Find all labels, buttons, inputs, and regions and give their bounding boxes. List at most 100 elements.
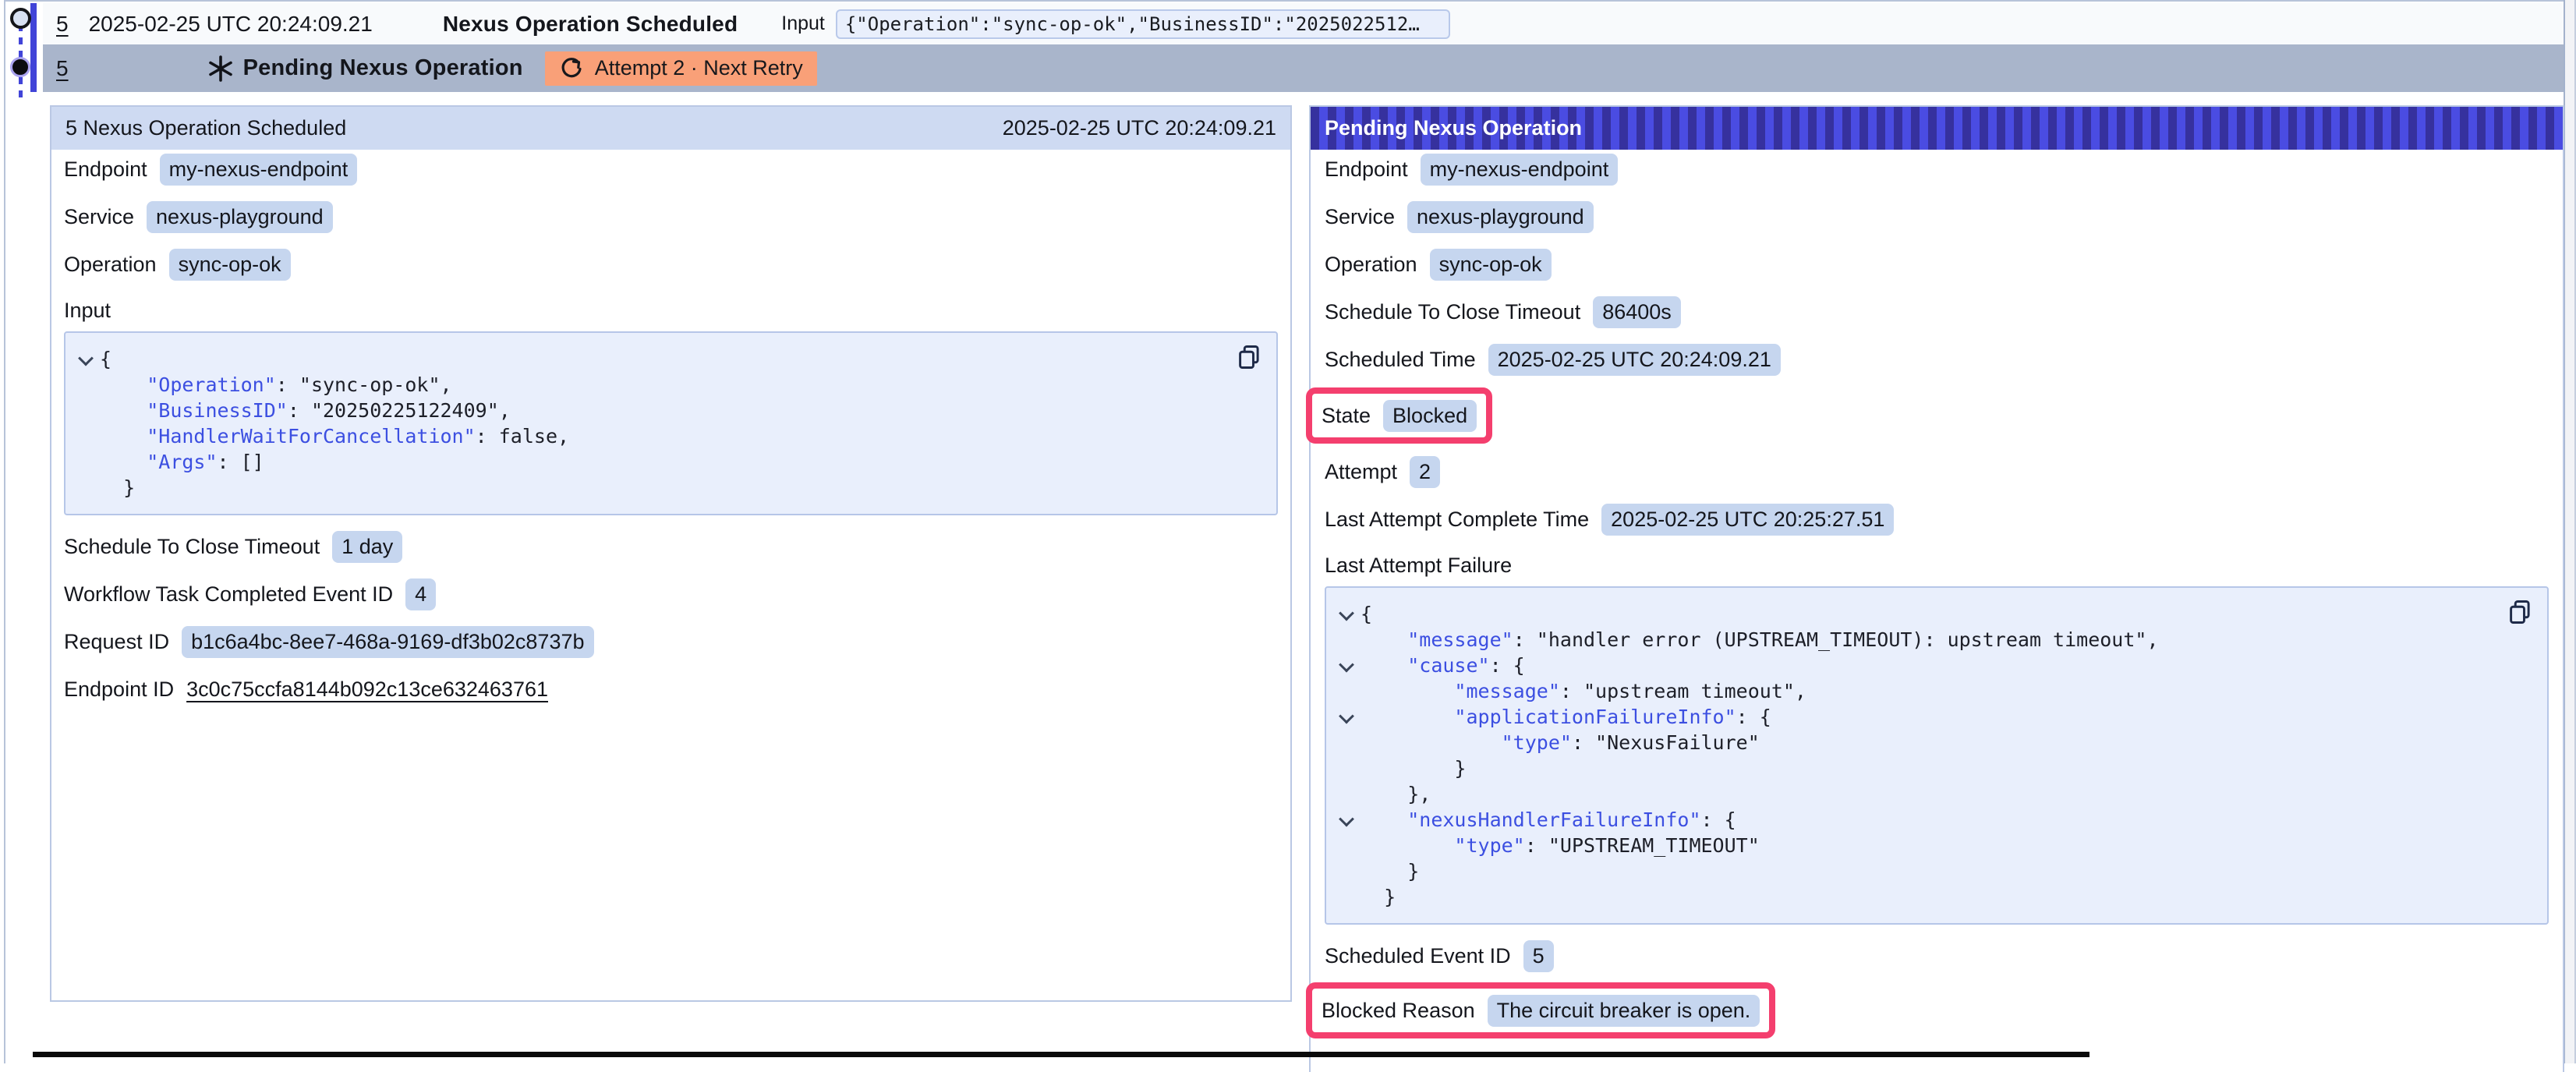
failure-json-code-block: { "message": "handler error (UPSTREAM_TI… xyxy=(1325,586,2549,925)
field-value-chip: nexus-playground xyxy=(147,201,333,233)
field-label: Schedule To Close Timeout xyxy=(64,535,320,559)
code-line: "type": "UPSTREAM_TIMEOUT" xyxy=(1332,833,2500,858)
code-line: { xyxy=(72,346,1230,372)
field-label: State xyxy=(1322,404,1371,428)
event-id-link[interactable]: 5 xyxy=(56,12,69,37)
chevron-down-icon[interactable] xyxy=(1339,656,1354,672)
field-label: Scheduled Time xyxy=(1325,348,1476,372)
field-row-endpoint-id: Endpoint ID 3c0c75ccfa8144b092c13ce63246… xyxy=(64,672,1278,706)
field-row-workflow-task-completed-event-id: Workflow Task Completed Event ID 4 xyxy=(64,577,1278,611)
input-json-code-block: { "Operation": "sync-op-ok", "BusinessID… xyxy=(64,331,1278,515)
window-border-left xyxy=(4,0,5,1063)
field-label: Schedule To Close Timeout xyxy=(1325,300,1580,324)
field-row-endpoint: Endpoint my-nexus-endpoint xyxy=(1325,152,2549,186)
retry-icon xyxy=(559,56,584,81)
pending-operation-card: Pending Nexus Operation Endpoint my-nexu… xyxy=(1309,105,2564,1072)
field-label: Endpoint xyxy=(64,157,147,182)
code-line: "Operation": "sync-op-ok", xyxy=(72,372,1230,398)
code-line: } xyxy=(72,475,1230,501)
copy-button[interactable] xyxy=(2505,597,2536,628)
field-row-blocked-reason: Blocked Reason The circuit breaker is op… xyxy=(1322,993,1760,1028)
field-row-service: Service nexus-playground xyxy=(1325,200,2549,234)
chevron-down-icon[interactable] xyxy=(1339,811,1354,826)
copy-button[interactable] xyxy=(1234,342,1265,373)
timeline-node-current-icon xyxy=(10,57,30,77)
copy-icon xyxy=(1236,343,1264,371)
field-label: Operation xyxy=(1325,253,1417,277)
field-row-scheduled-time: Scheduled Time 2025-02-25 UTC 20:24:09.2… xyxy=(1325,342,2549,377)
event-input-preview-chip: {"Operation":"sync-op-ok","BusinessID":"… xyxy=(836,9,1450,39)
field-label: Last Attempt Complete Time xyxy=(1325,508,1589,532)
field-row-schedule-to-close-timeout: Schedule To Close Timeout 86400s xyxy=(1325,295,2549,329)
vertical-scrollbar[interactable] xyxy=(2565,0,2574,1063)
field-row-last-attempt-complete-time: Last Attempt Complete Time 2025-02-25 UT… xyxy=(1325,502,2549,536)
code-line: } xyxy=(1332,755,2500,781)
code-line: "HandlerWaitForCancellation": false, xyxy=(72,423,1230,449)
code-line: "message": "upstream timeout", xyxy=(1332,678,2500,704)
chevron-down-icon[interactable] xyxy=(1339,708,1354,724)
field-row-state: State Blocked xyxy=(1322,398,1477,433)
field-value-chip: 86400s xyxy=(1593,296,1681,328)
copy-icon xyxy=(2507,598,2535,626)
retry-status-badge: Attempt 2 · Next Retry xyxy=(545,51,817,86)
last-attempt-failure-label: Last Attempt Failure xyxy=(1325,552,2549,578)
code-line: } xyxy=(1332,884,2500,910)
code-line: "cause": { xyxy=(1332,653,2500,678)
event-timestamp: 2025-02-25 UTC 20:24:09.21 xyxy=(89,12,373,37)
event-title: Nexus Operation Scheduled xyxy=(443,12,738,37)
field-value-chip: 1 day xyxy=(332,531,402,563)
field-value-chip: 5 xyxy=(1523,940,1554,972)
field-label: Operation xyxy=(64,253,157,277)
chevron-down-icon[interactable] xyxy=(78,350,94,366)
field-row-service: Service nexus-playground xyxy=(64,200,1278,234)
field-label: Endpoint ID xyxy=(64,678,174,702)
annotation-blocked-reason-highlight: Blocked Reason The circuit breaker is op… xyxy=(1306,982,1775,1038)
field-value-chip: 2025-02-25 UTC 20:24:09.21 xyxy=(1488,344,1781,376)
code-line: "BusinessID": "20250225122409", xyxy=(72,398,1230,423)
field-row-attempt: Attempt 2 xyxy=(1325,455,2549,489)
code-line: { xyxy=(1332,601,2500,627)
event-row-nexus-operation-scheduled[interactable]: 5 2025-02-25 UTC 20:24:09.21 Nexus Opera… xyxy=(43,3,2564,44)
field-value-chip: sync-op-ok xyxy=(169,249,291,281)
endpoint-id-link[interactable]: 3c0c75ccfa8144b092c13ce632463761 xyxy=(186,678,548,702)
code-line: "type": "NexusFailure" xyxy=(1332,730,2500,755)
annotation-underline-bar xyxy=(33,1052,2089,1057)
timeline-node-open-icon xyxy=(10,8,31,29)
field-label: Endpoint xyxy=(1325,157,1408,182)
pending-operation-card-title: Pending Nexus Operation xyxy=(1325,116,1582,140)
event-id-link[interactable]: 5 xyxy=(56,56,69,81)
retry-badge-label: Attempt 2 · Next Retry xyxy=(595,56,803,80)
event-row-pending-nexus-operation[interactable]: 5 Pending Nexus Operation Attempt 2 · Ne… xyxy=(43,44,2564,92)
pending-operation-card-header: Pending Nexus Operation xyxy=(1311,107,2563,150)
code-line: }, xyxy=(1332,781,2500,807)
field-row-schedule-to-close-timeout: Schedule To Close Timeout 1 day xyxy=(64,529,1278,564)
field-value-chip: sync-op-ok xyxy=(1430,249,1552,281)
event-detail-card: 5 Nexus Operation Scheduled 2025-02-25 U… xyxy=(50,105,1292,1002)
code-line: "Args": [] xyxy=(72,449,1230,475)
field-row-endpoint: Endpoint my-nexus-endpoint xyxy=(64,152,1278,186)
field-label: Attempt xyxy=(1325,460,1397,484)
event-detail-card-header: 5 Nexus Operation Scheduled 2025-02-25 U… xyxy=(51,107,1290,150)
event-detail-card-timestamp: 2025-02-25 UTC 20:24:09.21 xyxy=(1003,116,1276,140)
field-label: Blocked Reason xyxy=(1322,999,1475,1023)
field-label: Service xyxy=(64,205,134,229)
field-value-chip: 2 xyxy=(1410,456,1440,488)
code-line: "nexusHandlerFailureInfo": { xyxy=(1332,807,2500,833)
field-row-operation: Operation sync-op-ok xyxy=(1325,247,2549,281)
field-label: Workflow Task Completed Event ID xyxy=(64,582,393,607)
field-value-chip: nexus-playground xyxy=(1407,201,1594,233)
field-value-chip: my-nexus-endpoint xyxy=(160,154,358,186)
chevron-down-icon[interactable] xyxy=(1339,605,1354,621)
code-line: "message": "handler error (UPSTREAM_TIME… xyxy=(1332,627,2500,653)
field-label: Request ID xyxy=(64,630,169,654)
field-value-chip: 2025-02-25 UTC 20:25:27.51 xyxy=(1601,504,1894,536)
field-label: Service xyxy=(1325,205,1395,229)
annotation-state-highlight: State Blocked xyxy=(1306,387,1492,444)
event-detail-card-title: 5 Nexus Operation Scheduled xyxy=(65,116,346,140)
timeline-active-indicator-bar xyxy=(30,3,37,92)
field-label: Scheduled Event ID xyxy=(1325,944,1511,968)
pending-operation-title: Pending Nexus Operation xyxy=(243,55,523,81)
field-value-chip: my-nexus-endpoint xyxy=(1421,154,1619,186)
field-value-chip: b1c6a4bc-8ee7-468a-9169-df3b02c8737b xyxy=(182,626,593,658)
code-line: } xyxy=(1332,858,2500,884)
